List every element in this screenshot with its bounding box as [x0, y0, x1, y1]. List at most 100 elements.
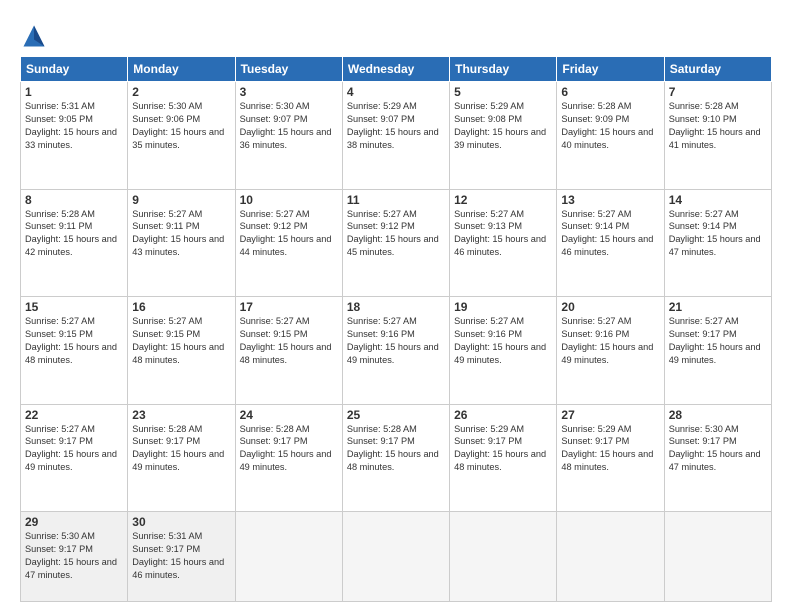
calendar-cell: 19 Sunrise: 5:27 AM Sunset: 9:16 PM Dayl… [450, 297, 557, 405]
daylight-label: Daylight: 15 hours and 38 minutes. [347, 127, 439, 150]
day-info: Sunrise: 5:27 AM Sunset: 9:11 PM Dayligh… [132, 208, 230, 260]
calendar-header-saturday: Saturday [664, 57, 771, 82]
day-info: Sunrise: 5:28 AM Sunset: 9:17 PM Dayligh… [240, 423, 338, 475]
day-info: Sunrise: 5:30 AM Sunset: 9:06 PM Dayligh… [132, 100, 230, 152]
day-number: 22 [25, 408, 123, 422]
day-number: 14 [669, 193, 767, 207]
sunrise-label: Sunrise: 5:31 AM [25, 101, 95, 111]
day-info: Sunrise: 5:27 AM Sunset: 9:15 PM Dayligh… [240, 315, 338, 367]
day-info: Sunrise: 5:28 AM Sunset: 9:10 PM Dayligh… [669, 100, 767, 152]
sunset-label: Sunset: 9:07 PM [240, 114, 308, 124]
calendar-cell [235, 512, 342, 602]
calendar-cell: 22 Sunrise: 5:27 AM Sunset: 9:17 PM Dayl… [21, 404, 128, 512]
daylight-label: Daylight: 15 hours and 49 minutes. [132, 449, 224, 472]
calendar-week-3: 15 Sunrise: 5:27 AM Sunset: 9:15 PM Dayl… [21, 297, 772, 405]
day-number: 26 [454, 408, 552, 422]
sunrise-label: Sunrise: 5:31 AM [132, 531, 202, 541]
sunset-label: Sunset: 9:16 PM [454, 329, 522, 339]
sunset-label: Sunset: 9:08 PM [454, 114, 522, 124]
calendar-cell: 23 Sunrise: 5:28 AM Sunset: 9:17 PM Dayl… [128, 404, 235, 512]
daylight-label: Daylight: 15 hours and 40 minutes. [561, 127, 653, 150]
calendar-cell: 17 Sunrise: 5:27 AM Sunset: 9:15 PM Dayl… [235, 297, 342, 405]
sunrise-label: Sunrise: 5:29 AM [454, 101, 524, 111]
day-number: 4 [347, 85, 445, 99]
sunrise-label: Sunrise: 5:27 AM [347, 209, 417, 219]
calendar-header-thursday: Thursday [450, 57, 557, 82]
calendar-header-monday: Monday [128, 57, 235, 82]
daylight-label: Daylight: 15 hours and 46 minutes. [454, 234, 546, 257]
calendar-cell: 5 Sunrise: 5:29 AM Sunset: 9:08 PM Dayli… [450, 82, 557, 190]
day-number: 30 [132, 515, 230, 529]
sunset-label: Sunset: 9:11 PM [25, 221, 92, 231]
calendar-header-row: SundayMondayTuesdayWednesdayThursdayFrid… [21, 57, 772, 82]
calendar-table: SundayMondayTuesdayWednesdayThursdayFrid… [20, 56, 772, 602]
daylight-label: Daylight: 15 hours and 35 minutes. [132, 127, 224, 150]
daylight-label: Daylight: 15 hours and 48 minutes. [561, 449, 653, 472]
calendar-header-wednesday: Wednesday [342, 57, 449, 82]
calendar-header-friday: Friday [557, 57, 664, 82]
day-number: 21 [669, 300, 767, 314]
day-number: 6 [561, 85, 659, 99]
day-info: Sunrise: 5:31 AM Sunset: 9:05 PM Dayligh… [25, 100, 123, 152]
sunset-label: Sunset: 9:10 PM [669, 114, 737, 124]
calendar-cell: 4 Sunrise: 5:29 AM Sunset: 9:07 PM Dayli… [342, 82, 449, 190]
daylight-label: Daylight: 15 hours and 41 minutes. [669, 127, 761, 150]
daylight-label: Daylight: 15 hours and 49 minutes. [454, 342, 546, 365]
sunrise-label: Sunrise: 5:29 AM [347, 101, 417, 111]
calendar-header-sunday: Sunday [21, 57, 128, 82]
daylight-label: Daylight: 15 hours and 43 minutes. [132, 234, 224, 257]
sunrise-label: Sunrise: 5:30 AM [669, 424, 739, 434]
day-info: Sunrise: 5:30 AM Sunset: 9:17 PM Dayligh… [669, 423, 767, 475]
day-number: 24 [240, 408, 338, 422]
day-number: 17 [240, 300, 338, 314]
day-info: Sunrise: 5:27 AM Sunset: 9:16 PM Dayligh… [454, 315, 552, 367]
day-info: Sunrise: 5:27 AM Sunset: 9:15 PM Dayligh… [25, 315, 123, 367]
daylight-label: Daylight: 15 hours and 47 minutes. [25, 557, 117, 580]
calendar-cell [342, 512, 449, 602]
calendar-cell: 24 Sunrise: 5:28 AM Sunset: 9:17 PM Dayl… [235, 404, 342, 512]
calendar-cell: 9 Sunrise: 5:27 AM Sunset: 9:11 PM Dayli… [128, 189, 235, 297]
page: SundayMondayTuesdayWednesdayThursdayFrid… [0, 0, 792, 612]
day-number: 10 [240, 193, 338, 207]
calendar-cell: 7 Sunrise: 5:28 AM Sunset: 9:10 PM Dayli… [664, 82, 771, 190]
calendar-cell: 18 Sunrise: 5:27 AM Sunset: 9:16 PM Dayl… [342, 297, 449, 405]
day-number: 12 [454, 193, 552, 207]
calendar-header-tuesday: Tuesday [235, 57, 342, 82]
day-info: Sunrise: 5:27 AM Sunset: 9:16 PM Dayligh… [347, 315, 445, 367]
header [20, 18, 772, 50]
day-number: 23 [132, 408, 230, 422]
calendar-cell: 8 Sunrise: 5:28 AM Sunset: 9:11 PM Dayli… [21, 189, 128, 297]
calendar-cell: 10 Sunrise: 5:27 AM Sunset: 9:12 PM Dayl… [235, 189, 342, 297]
daylight-label: Daylight: 15 hours and 49 minutes. [25, 449, 117, 472]
day-number: 13 [561, 193, 659, 207]
daylight-label: Daylight: 15 hours and 49 minutes. [240, 449, 332, 472]
calendar-week-4: 22 Sunrise: 5:27 AM Sunset: 9:17 PM Dayl… [21, 404, 772, 512]
calendar-cell: 1 Sunrise: 5:31 AM Sunset: 9:05 PM Dayli… [21, 82, 128, 190]
day-info: Sunrise: 5:31 AM Sunset: 9:17 PM Dayligh… [132, 530, 230, 582]
daylight-label: Daylight: 15 hours and 47 minutes. [669, 449, 761, 472]
sunset-label: Sunset: 9:11 PM [132, 221, 199, 231]
calendar-cell: 28 Sunrise: 5:30 AM Sunset: 9:17 PM Dayl… [664, 404, 771, 512]
sunset-label: Sunset: 9:17 PM [132, 544, 200, 554]
logo [20, 22, 52, 50]
calendar-cell: 3 Sunrise: 5:30 AM Sunset: 9:07 PM Dayli… [235, 82, 342, 190]
sunrise-label: Sunrise: 5:27 AM [25, 316, 95, 326]
calendar-cell: 25 Sunrise: 5:28 AM Sunset: 9:17 PM Dayl… [342, 404, 449, 512]
calendar-cell: 21 Sunrise: 5:27 AM Sunset: 9:17 PM Dayl… [664, 297, 771, 405]
day-number: 8 [25, 193, 123, 207]
daylight-label: Daylight: 15 hours and 48 minutes. [454, 449, 546, 472]
calendar-week-1: 1 Sunrise: 5:31 AM Sunset: 9:05 PM Dayli… [21, 82, 772, 190]
day-info: Sunrise: 5:29 AM Sunset: 9:07 PM Dayligh… [347, 100, 445, 152]
calendar-cell: 6 Sunrise: 5:28 AM Sunset: 9:09 PM Dayli… [557, 82, 664, 190]
day-info: Sunrise: 5:27 AM Sunset: 9:15 PM Dayligh… [132, 315, 230, 367]
daylight-label: Daylight: 15 hours and 36 minutes. [240, 127, 332, 150]
daylight-label: Daylight: 15 hours and 49 minutes. [561, 342, 653, 365]
day-info: Sunrise: 5:27 AM Sunset: 9:17 PM Dayligh… [669, 315, 767, 367]
day-info: Sunrise: 5:27 AM Sunset: 9:17 PM Dayligh… [25, 423, 123, 475]
day-info: Sunrise: 5:27 AM Sunset: 9:12 PM Dayligh… [240, 208, 338, 260]
day-info: Sunrise: 5:27 AM Sunset: 9:16 PM Dayligh… [561, 315, 659, 367]
calendar-cell: 11 Sunrise: 5:27 AM Sunset: 9:12 PM Dayl… [342, 189, 449, 297]
day-number: 25 [347, 408, 445, 422]
daylight-label: Daylight: 15 hours and 48 minutes. [25, 342, 117, 365]
day-info: Sunrise: 5:27 AM Sunset: 9:12 PM Dayligh… [347, 208, 445, 260]
